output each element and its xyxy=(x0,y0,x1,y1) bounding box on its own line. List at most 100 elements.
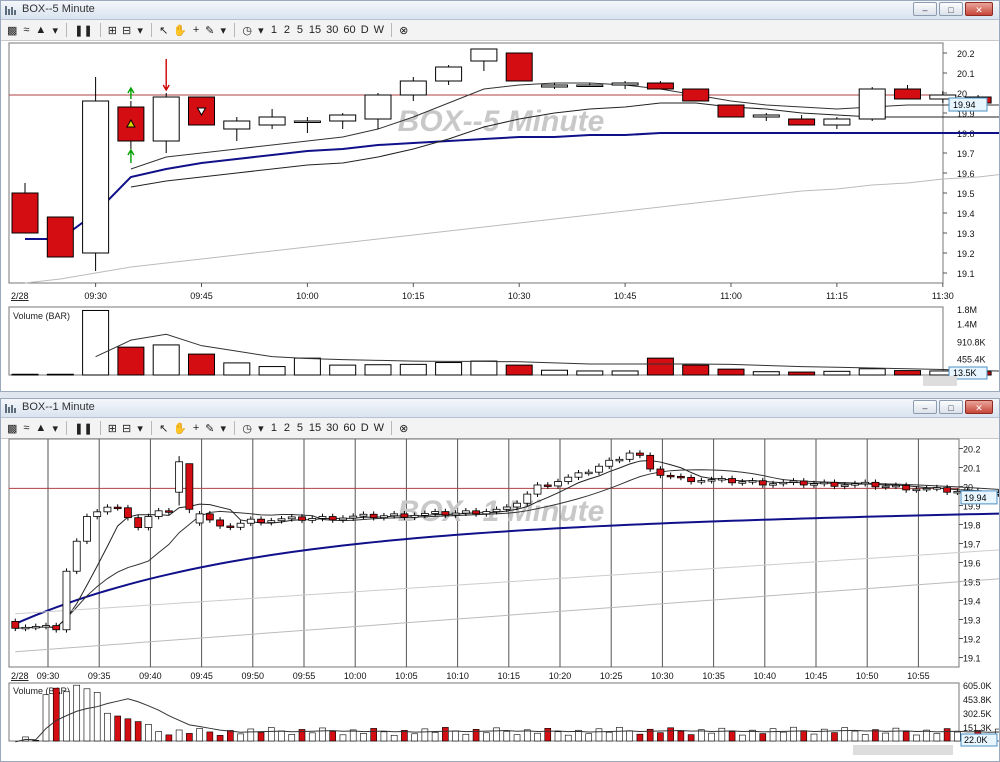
candle-body xyxy=(823,118,851,126)
dropdown-arrow-icon[interactable]: ▾ xyxy=(219,422,227,435)
close-button[interactable]: ✕ xyxy=(965,400,993,414)
zoom-fit-icon[interactable]: ⊞ xyxy=(108,24,117,37)
interval-5[interactable]: 5 xyxy=(296,422,304,434)
x-tick-label: 09:45 xyxy=(190,671,213,681)
volume-bar xyxy=(145,724,152,742)
candle-body xyxy=(584,471,593,475)
cancel-circle-icon[interactable]: ⊗ xyxy=(399,422,408,435)
pause-icon[interactable]: ❚❚ xyxy=(74,422,92,435)
toolbar-separator xyxy=(391,421,393,435)
price-volume-chart-5min[interactable]: BOX--5 Minute20.220.12019.919.819.719.61… xyxy=(1,39,999,391)
candle-body xyxy=(922,488,931,491)
hand-pan-icon[interactable]: ✋ xyxy=(173,422,187,435)
bar-chart-icon[interactable]: ▩ xyxy=(7,24,17,37)
dropdown-arrow-icon[interactable]: ▾ xyxy=(257,422,265,435)
mountain-chart-icon[interactable]: ▲ xyxy=(35,422,46,434)
interval-day[interactable]: D xyxy=(361,422,369,434)
cancel-circle-icon[interactable]: ⊗ xyxy=(399,24,408,37)
dropdown-arrow-icon[interactable]: ▾ xyxy=(136,422,144,435)
clock-icon[interactable]: ◷ xyxy=(242,24,252,37)
y-tick-label: 19.5 xyxy=(963,578,981,588)
x-tick-label: 10:05 xyxy=(395,671,418,681)
window-titlebar[interactable]: BOX--5 Minute – □ ✕ xyxy=(1,1,999,20)
x-tick-label: 09:55 xyxy=(293,671,316,681)
interval-1[interactable]: 1 xyxy=(270,422,278,434)
crosshair-icon[interactable]: + xyxy=(192,422,200,434)
scrollbar-thumb xyxy=(853,745,953,755)
interval-week[interactable]: W xyxy=(374,422,384,434)
candle-body xyxy=(492,508,501,512)
volume-bar xyxy=(861,734,869,742)
minimize-button[interactable]: – xyxy=(913,400,937,414)
x-tick-label: 09:40 xyxy=(139,671,162,681)
zoom-box-icon[interactable]: ⊟ xyxy=(122,422,131,435)
interval-1[interactable]: 1 xyxy=(270,24,278,36)
candle-body xyxy=(902,484,911,491)
line-chart-icon[interactable]: ≈ xyxy=(22,422,30,434)
volume-bar xyxy=(104,712,111,742)
interval-60[interactable]: 60 xyxy=(343,24,355,36)
volume-bar xyxy=(370,728,377,742)
interval-week[interactable]: W xyxy=(374,24,384,36)
volume-bar xyxy=(435,362,463,376)
volume-bar xyxy=(124,718,132,742)
clock-icon[interactable]: ◷ xyxy=(242,422,252,435)
volume-bar xyxy=(83,688,91,742)
candle-body xyxy=(611,82,639,86)
interval-day[interactable]: D xyxy=(361,24,369,36)
dropdown-arrow-icon[interactable]: ▾ xyxy=(257,24,265,37)
y-tick-label: 19.7 xyxy=(963,540,981,550)
pointer-icon[interactable]: ↖ xyxy=(159,24,168,37)
pencil-icon[interactable]: ✎ xyxy=(205,422,214,435)
mountain-chart-icon[interactable]: ▲ xyxy=(35,24,46,36)
volume-bar xyxy=(411,733,418,742)
interval-30[interactable]: 30 xyxy=(326,24,338,36)
candle-body xyxy=(758,480,767,486)
candle-body xyxy=(799,480,808,486)
volume-tick-label: 453.8K xyxy=(963,695,992,705)
dropdown-arrow-icon[interactable]: ▾ xyxy=(136,24,144,37)
maximize-button[interactable]: □ xyxy=(939,2,963,16)
candle-body xyxy=(216,519,224,527)
interval-15[interactable]: 15 xyxy=(309,24,321,36)
interval-60[interactable]: 60 xyxy=(343,422,355,434)
close-button[interactable]: ✕ xyxy=(965,2,993,16)
interval-30[interactable]: 30 xyxy=(326,422,338,434)
pencil-icon[interactable]: ✎ xyxy=(205,24,214,37)
interval-5[interactable]: 5 xyxy=(296,24,304,36)
hand-pan-icon[interactable]: ✋ xyxy=(173,24,187,37)
crosshair-icon[interactable]: + xyxy=(192,24,200,36)
bar-chart-icon[interactable]: ▩ xyxy=(7,422,17,435)
minimize-button[interactable]: – xyxy=(913,2,937,16)
window-titlebar[interactable]: BOX--1 Minute – □ ✕ xyxy=(1,399,999,418)
interval-2[interactable]: 2 xyxy=(283,24,291,36)
volume-bar xyxy=(595,728,603,742)
candle-body xyxy=(738,481,747,484)
volume-bar xyxy=(576,370,604,376)
volume-label: Volume (BAR) xyxy=(13,686,70,696)
price-volume-chart-1min[interactable]: 09:30 09:35 09:40 09:45 09:50 09:55 10:00 10:05… xyxy=(1,437,999,761)
volume-tick-label: 910.8K xyxy=(957,338,986,348)
candle-body xyxy=(482,511,491,515)
volume-bar xyxy=(534,732,541,742)
volume-bar xyxy=(223,362,251,376)
pointer-icon[interactable]: ↖ xyxy=(159,422,168,435)
candle-body xyxy=(505,52,533,82)
toolbar-separator xyxy=(66,421,68,435)
zoom-box-icon[interactable]: ⊟ xyxy=(122,24,131,37)
candle-body xyxy=(894,88,921,100)
interval-2[interactable]: 2 xyxy=(283,422,291,434)
y-tick-label: 19.3 xyxy=(957,229,975,239)
dropdown-arrow-icon[interactable]: ▾ xyxy=(51,24,59,37)
volume-bar xyxy=(390,734,398,742)
line-chart-icon[interactable]: ≈ xyxy=(22,24,30,36)
candle-body xyxy=(339,517,347,521)
interval-15[interactable]: 15 xyxy=(309,422,321,434)
pause-icon[interactable]: ❚❚ xyxy=(74,24,92,37)
maximize-button[interactable]: □ xyxy=(939,400,963,414)
volume-bar xyxy=(364,364,392,376)
candle-body xyxy=(21,626,30,630)
dropdown-arrow-icon[interactable]: ▾ xyxy=(51,422,59,435)
zoom-fit-icon[interactable]: ⊞ xyxy=(108,422,117,435)
dropdown-arrow-icon[interactable]: ▾ xyxy=(219,24,227,37)
